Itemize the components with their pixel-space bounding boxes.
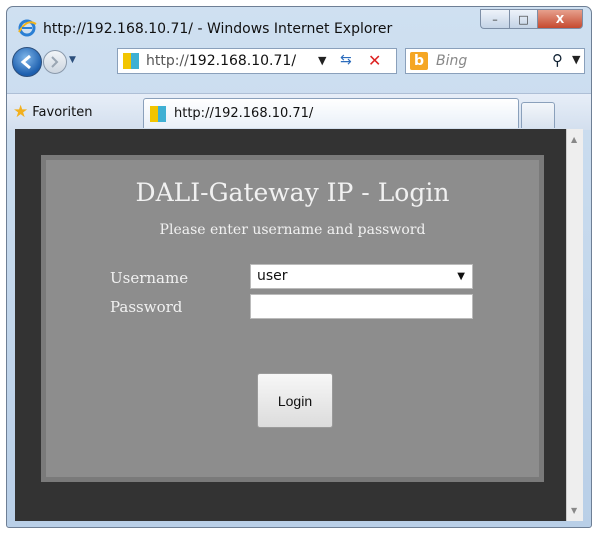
favorites-bar: ★ Favoriten http://192.168.10.71/ <box>7 93 591 130</box>
new-tab-button[interactable] <box>521 102 555 128</box>
password-field[interactable] <box>250 294 473 319</box>
navigation-bar: ▼ http://192.168.10.71/ ▼ ⇆ ✕ b Bing ⚲ ▼ <box>7 41 591 81</box>
stop-icon[interactable]: ✕ <box>368 51 381 70</box>
tab-label: http://192.168.10.71/ <box>174 106 314 121</box>
password-label: Password <box>110 298 183 316</box>
search-placeholder[interactable]: Bing <box>436 53 467 69</box>
search-dropdown-icon[interactable]: ▼ <box>572 53 580 66</box>
page-icon <box>150 106 166 122</box>
favorites-label: Favoriten <box>32 104 93 120</box>
address-url[interactable]: http://192.168.10.71/ <box>146 53 296 69</box>
bing-icon: b <box>410 52 428 70</box>
tab-current[interactable]: http://192.168.10.71/ <box>143 98 519 128</box>
page-subtitle: Please enter username and password <box>159 222 426 238</box>
address-dropdown-icon[interactable]: ▼ <box>318 54 326 67</box>
minimize-button[interactable]: – <box>480 9 509 29</box>
scroll-up-icon[interactable]: ▲ <box>571 135 577 144</box>
window-title: http://192.168.10.71/ - Windows Internet… <box>43 21 393 37</box>
page-icon <box>123 53 139 69</box>
scroll-down-icon[interactable]: ▼ <box>571 506 577 515</box>
back-button[interactable] <box>12 47 42 77</box>
username-label: Username <box>110 269 189 287</box>
username-select[interactable]: user ▼ <box>250 264 473 289</box>
page-content: DALI-Gateway IP - Login Please enter use… <box>15 129 583 521</box>
login-button[interactable]: Login <box>257 373 333 428</box>
vertical-scrollbar[interactable]: ▲ ▼ <box>566 129 583 521</box>
forward-button[interactable] <box>43 50 67 74</box>
history-dropdown-icon[interactable]: ▼ <box>69 55 76 65</box>
forward-arrow-icon <box>51 56 59 68</box>
page-title: DALI-Gateway IP - Login <box>135 178 450 207</box>
back-arrow-icon <box>20 54 31 70</box>
login-panel: DALI-Gateway IP - Login Please enter use… <box>41 155 544 482</box>
browser-window: http://192.168.10.71/ - Windows Internet… <box>6 6 592 528</box>
address-bar[interactable]: http://192.168.10.71/ ▼ ⇆ ✕ <box>117 48 397 74</box>
caption-buttons: – □ X <box>480 9 583 29</box>
close-button[interactable]: X <box>537 9 583 29</box>
login-panel-inner: DALI-Gateway IP - Login Please enter use… <box>46 160 539 477</box>
maximize-button[interactable]: □ <box>509 9 537 29</box>
ie-logo-icon <box>18 19 37 37</box>
username-value: user <box>257 268 288 284</box>
chevron-down-icon: ▼ <box>457 271 465 282</box>
star-icon: ★ <box>13 102 29 122</box>
refresh-icon[interactable]: ⇆ <box>340 52 352 68</box>
search-box[interactable]: b Bing ⚲ ▼ <box>405 48 585 74</box>
favorites-button[interactable]: ★ Favoriten <box>13 101 92 123</box>
search-icon[interactable]: ⚲ <box>552 51 563 69</box>
